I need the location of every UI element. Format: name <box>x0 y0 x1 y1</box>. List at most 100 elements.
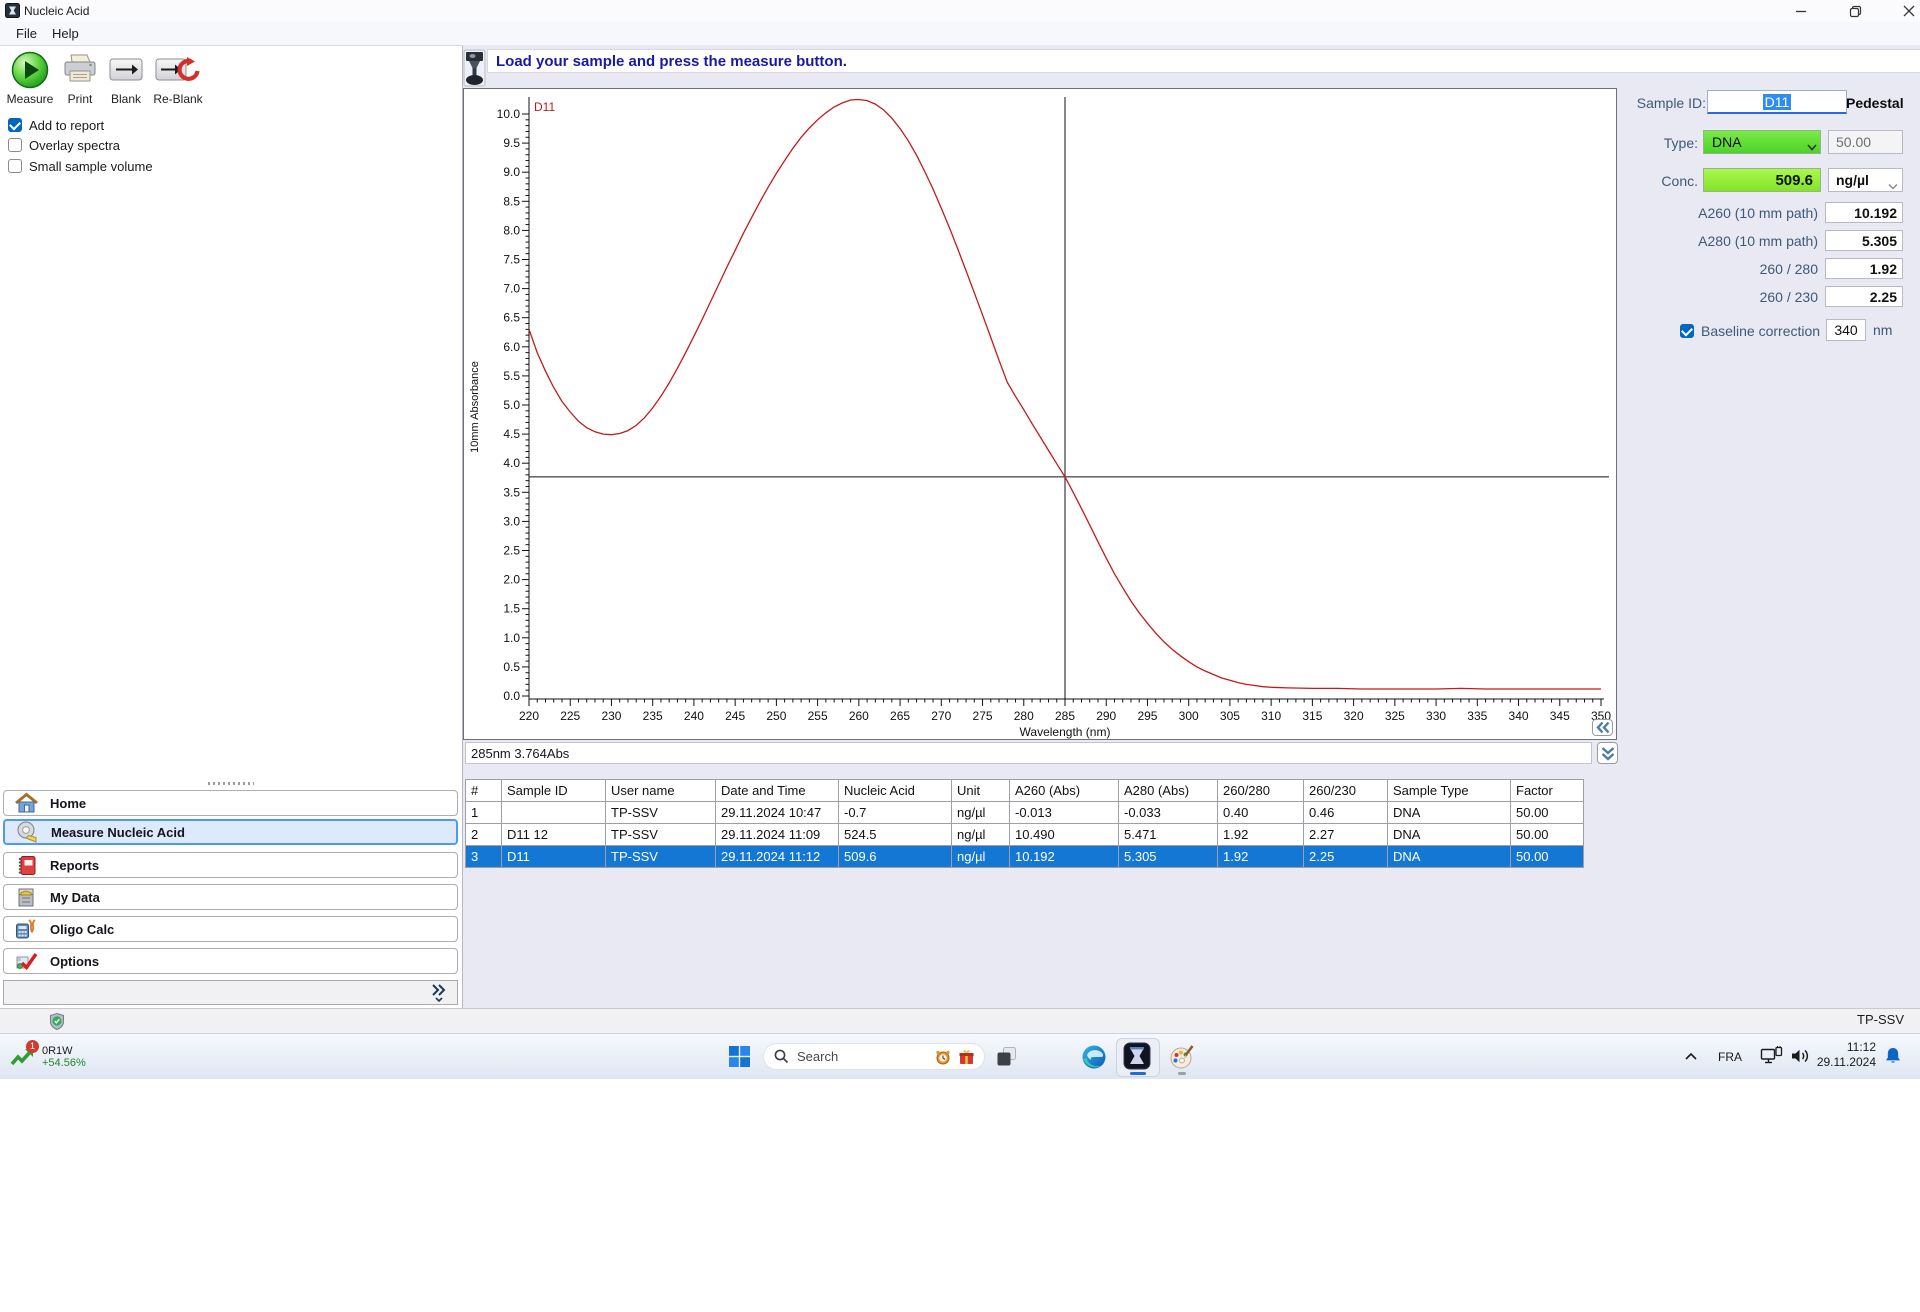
task-view-button[interactable] <box>991 1043 1021 1070</box>
baseline-unit-label: nm <box>1873 322 1893 338</box>
bell-icon <box>1886 1047 1900 1063</box>
measure-button[interactable]: Measure <box>6 50 54 106</box>
double-chevron-down-icon <box>1601 746 1614 761</box>
home-icon <box>15 792 38 813</box>
minimize-button[interactable] <box>1781 0 1821 22</box>
a280-label: A280 (10 mm path) <box>1698 233 1818 249</box>
reblank-button[interactable]: Re-Blank <box>150 50 206 106</box>
sidebar-item-reports[interactable]: Reports <box>3 852 458 878</box>
widget-ticker: 0R1W <box>42 1044 73 1057</box>
sidebar-item-my-data[interactable]: My Data <box>3 884 458 910</box>
restore-button[interactable] <box>1835 0 1875 22</box>
collapse-chart-button[interactable] <box>1592 719 1613 736</box>
column-header[interactable]: Date and Time <box>715 779 839 802</box>
svg-text:7.5: 7.5 <box>503 253 520 267</box>
mode-label: Pedestal <box>1846 95 1904 111</box>
baseline-wavelength-field[interactable]: 340 <box>1826 319 1866 341</box>
tray-chevron-up[interactable] <box>1680 1046 1702 1066</box>
svg-text:225: 225 <box>560 709 580 723</box>
widgets-button[interactable]: 1 0R1W +54.56% <box>10 1038 130 1075</box>
taskbar-clock[interactable]: 11:12 29.11.2024 <box>1817 1040 1876 1070</box>
svg-text:10.0: 10.0 <box>497 107 521 121</box>
expand-sidebar-button[interactable] <box>429 983 447 1008</box>
svg-text:310: 310 <box>1261 709 1281 723</box>
sidebar-item-home[interactable]: Home <box>3 790 458 816</box>
table-row[interactable]: 3 D11 TP-SSV 29.11.2024 11:12 509.6 ng/µl 10.1… <box>465 845 1584 868</box>
menu-bar: File Help <box>0 22 1920 46</box>
status-user: TP-SSV <box>1857 1012 1904 1027</box>
type-select[interactable]: DNA <box>1703 130 1821 154</box>
chart-axes <box>528 97 1604 700</box>
sidebar-item-label: Options <box>50 953 100 969</box>
svg-text:305: 305 <box>1220 709 1240 723</box>
column-header[interactable]: A260 (Abs) <box>1009 779 1119 802</box>
volume-icon[interactable] <box>1788 1045 1814 1067</box>
column-header[interactable]: A280 (Abs) <box>1118 779 1218 802</box>
column-header[interactable]: 260/230 <box>1303 779 1388 802</box>
svg-text:235: 235 <box>643 709 663 723</box>
notification-bell-button[interactable] <box>1880 1044 1906 1068</box>
sidebar-item-label: Reports <box>50 857 100 873</box>
table-cell: 2.27 <box>1303 823 1388 846</box>
column-header[interactable]: Factor <box>1510 779 1584 802</box>
column-header[interactable]: Unit <box>951 779 1010 802</box>
sidebar-item-options[interactable]: Options <box>3 948 458 974</box>
table-cell: 0.46 <box>1303 801 1388 824</box>
column-header[interactable]: User name <box>605 779 716 802</box>
unit-select[interactable]: ng/µl <box>1828 168 1903 192</box>
sidebar-item-oligo-calc[interactable]: Oligo Calc <box>3 916 458 942</box>
svg-text:330: 330 <box>1426 709 1446 723</box>
expand-table-button[interactable] <box>1597 742 1618 764</box>
column-header[interactable]: Sample Type <box>1387 779 1511 802</box>
ratio-260-230-label: 260 / 230 <box>1759 289 1818 305</box>
splitter-handle[interactable] <box>208 782 254 785</box>
start-button[interactable] <box>725 1043 753 1070</box>
svg-text:7.0: 7.0 <box>503 282 520 296</box>
conc-value: 509.6 <box>1775 172 1813 189</box>
column-header[interactable]: # <box>465 779 502 802</box>
table-cell: TP-SSV <box>605 801 716 824</box>
sample-id-input[interactable]: D11 <box>1707 90 1847 114</box>
sidebar-item-measure-nucleic-acid[interactable]: Measure Nucleic Acid <box>3 819 458 845</box>
menu-file[interactable]: File <box>10 25 43 42</box>
table-cell: 1 <box>465 801 502 824</box>
checkbox-box <box>8 159 22 173</box>
table-cell: 29.11.2024 10:47 <box>715 801 839 824</box>
add-to-report-checkbox[interactable]: Add to report <box>8 116 104 134</box>
column-header[interactable]: 260/280 <box>1217 779 1304 802</box>
absorbance-spectrum-chart[interactable]: 0.0 0.5 1.0 1.5 2.0 2.5 3.0 3.5 4.0 4.5 5.0 5.5 6.0 6… <box>464 89 1616 739</box>
crosshair[interactable] <box>529 97 1609 699</box>
svg-text:245: 245 <box>725 709 745 723</box>
print-button[interactable]: Print <box>58 50 102 106</box>
reblank-label: Re-Blank <box>153 92 203 106</box>
small-sample-volume-checkbox[interactable]: Small sample volume <box>8 157 153 175</box>
language-indicator[interactable]: FRA <box>1718 1050 1742 1064</box>
table-cell: 524.5 <box>838 823 952 846</box>
table-cell: D11 <box>501 845 606 868</box>
svg-text:8.5: 8.5 <box>503 194 520 208</box>
paint-app-button[interactable] <box>1166 1042 1198 1075</box>
chevron-down-icon <box>1888 177 1898 195</box>
menu-help[interactable]: Help <box>46 25 85 42</box>
table-cell: 50.00 <box>1510 845 1584 868</box>
table-row[interactable]: 1 TP-SSV 29.11.2024 10:47 -0.7 ng/µl -0.013 -0… <box>465 801 1584 824</box>
overlay-spectra-checkbox[interactable]: Overlay spectra <box>8 136 120 154</box>
edge-browser-button[interactable] <box>1078 1042 1110 1071</box>
type-factor-field[interactable]: 50.00 <box>1828 130 1903 154</box>
column-header[interactable]: Sample ID <box>501 779 606 802</box>
app-status-bar <box>0 1008 1920 1034</box>
app-window-icon <box>5 3 20 23</box>
search-input[interactable]: Search <box>763 1043 985 1070</box>
nucleic-acid-app-button[interactable] <box>1116 1038 1160 1077</box>
baseline-correction-checkbox[interactable]: Baseline correction <box>1680 322 1820 340</box>
table-cell: 29.11.2024 11:09 <box>715 823 839 846</box>
close-button[interactable] <box>1889 0 1920 22</box>
options-icon <box>16 952 38 970</box>
svg-text:3.0: 3.0 <box>503 514 520 528</box>
table-row[interactable]: 2 D11 12 TP-SSV 29.11.2024 11:09 524.5 ng/µl 1… <box>465 823 1584 846</box>
blank-button[interactable]: Blank <box>104 50 148 106</box>
network-icon[interactable] <box>1758 1045 1784 1067</box>
svg-text:280: 280 <box>1014 709 1034 723</box>
column-header[interactable]: Nucleic Acid <box>838 779 952 802</box>
checkbox-box <box>8 138 22 152</box>
